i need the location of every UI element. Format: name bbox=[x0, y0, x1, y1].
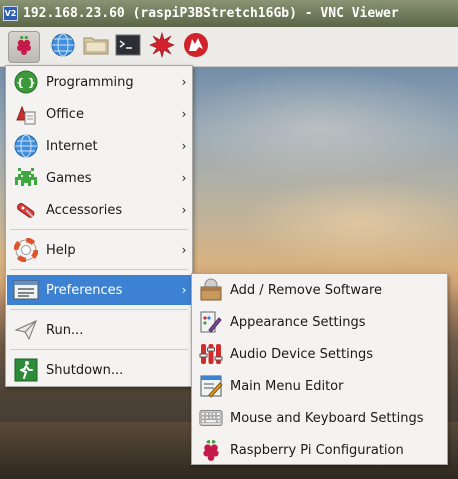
submenu-item-label: Appearance Settings bbox=[230, 314, 366, 330]
taskbar-panel bbox=[0, 27, 458, 67]
menu-item-label: Help bbox=[46, 242, 76, 258]
menu-item-label: Office bbox=[46, 106, 84, 122]
file-manager-launcher[interactable] bbox=[80, 31, 112, 63]
desktop-sunset-glow bbox=[240, 177, 458, 267]
submenu-item-label: Mouse and Keyboard Settings bbox=[230, 410, 424, 426]
submenu-arrow-icon: › bbox=[181, 171, 187, 185]
submenu-item-label: Raspberry Pi Configuration bbox=[230, 442, 404, 458]
menu-item-internet[interactable]: Internet › bbox=[7, 131, 191, 161]
menu-item-office[interactable]: Office › bbox=[7, 99, 191, 129]
menu-separator bbox=[10, 309, 188, 310]
mathematica-launcher[interactable] bbox=[146, 31, 178, 63]
submenu-item-mouse-keyboard-settings[interactable]: Mouse and Keyboard Settings bbox=[193, 403, 446, 433]
svg-text:{ }: { } bbox=[16, 76, 36, 89]
menu-item-accessories[interactable]: Accessories › bbox=[7, 195, 191, 225]
menu-separator bbox=[10, 269, 188, 270]
office-icon bbox=[13, 101, 39, 127]
preferences-submenu: Add / Remove Software Appearance Setting… bbox=[191, 273, 448, 465]
submenu-item-add-remove-software[interactable]: Add / Remove Software bbox=[193, 275, 446, 305]
submenu-item-label: Main Menu Editor bbox=[230, 378, 344, 394]
raspberry-icon bbox=[199, 438, 223, 462]
menu-separator bbox=[10, 349, 188, 350]
menu-item-label: Programming bbox=[46, 74, 134, 90]
submenu-arrow-icon: › bbox=[181, 243, 187, 257]
menu-item-help[interactable]: Help › bbox=[7, 235, 191, 265]
submenu-item-label: Audio Device Settings bbox=[230, 346, 373, 362]
folder-icon bbox=[82, 33, 110, 61]
menu-item-label: Preferences bbox=[46, 282, 123, 298]
terminal-launcher[interactable] bbox=[112, 31, 144, 63]
paper-plane-icon bbox=[13, 317, 39, 343]
menu-item-programming[interactable]: { } Programming › bbox=[7, 67, 191, 97]
submenu-item-raspberry-pi-configuration[interactable]: Raspberry Pi Configuration bbox=[193, 435, 446, 465]
menu-item-games[interactable]: Games › bbox=[7, 163, 191, 193]
submenu-item-main-menu-editor[interactable]: Main Menu Editor bbox=[193, 371, 446, 401]
accessories-icon bbox=[13, 197, 39, 223]
submenu-arrow-icon: › bbox=[181, 107, 187, 121]
audio-mixer-icon bbox=[199, 342, 223, 366]
menu-item-label: Internet bbox=[46, 138, 98, 154]
menu-separator bbox=[10, 229, 188, 230]
globe-icon bbox=[50, 32, 76, 62]
programming-icon: { } bbox=[13, 69, 39, 95]
menu-item-label: Games bbox=[46, 170, 92, 186]
vnc-title-bar[interactable]: V2 192.168.23.60 (raspiP3BStretch16Gb) -… bbox=[0, 0, 458, 27]
menu-item-label: Run... bbox=[46, 322, 84, 338]
menu-editor-icon bbox=[199, 374, 223, 398]
submenu-arrow-icon: › bbox=[181, 283, 187, 297]
desktop-cloud bbox=[170, 67, 458, 187]
submenu-item-appearance-settings[interactable]: Appearance Settings bbox=[193, 307, 446, 337]
games-icon bbox=[13, 165, 39, 191]
submenu-arrow-icon: › bbox=[181, 203, 187, 217]
window-title: 192.168.23.60 (raspiP3BStretch16Gb) - VN… bbox=[23, 6, 399, 21]
menu-button[interactable] bbox=[8, 31, 40, 63]
raspberry-icon bbox=[14, 34, 34, 60]
exit-icon bbox=[13, 357, 39, 383]
package-icon bbox=[199, 278, 223, 302]
submenu-item-label: Add / Remove Software bbox=[230, 282, 383, 298]
menu-item-label: Shutdown... bbox=[46, 362, 124, 378]
preferences-icon bbox=[13, 277, 39, 303]
menu-item-shutdown[interactable]: Shutdown... bbox=[7, 355, 191, 385]
keyboard-icon bbox=[199, 406, 223, 430]
terminal-icon bbox=[115, 33, 141, 61]
main-menu: { } Programming › Office › Internet › Ga… bbox=[5, 65, 193, 387]
web-browser-launcher[interactable] bbox=[47, 31, 79, 63]
globe-icon bbox=[13, 133, 39, 159]
spiky-star-icon bbox=[149, 31, 175, 62]
wolf-icon bbox=[183, 32, 209, 62]
menu-item-label: Accessories bbox=[46, 202, 123, 218]
wolfram-launcher[interactable] bbox=[180, 31, 212, 63]
submenu-arrow-icon: › bbox=[181, 75, 187, 89]
lifebuoy-icon bbox=[13, 237, 39, 263]
menu-item-run[interactable]: Run... bbox=[7, 315, 191, 345]
menu-item-preferences[interactable]: Preferences › bbox=[7, 275, 191, 305]
submenu-arrow-icon: › bbox=[181, 139, 187, 153]
submenu-item-audio-device-settings[interactable]: Audio Device Settings bbox=[193, 339, 446, 369]
vnc-viewer-icon: V2 bbox=[3, 6, 18, 21]
appearance-icon bbox=[199, 310, 223, 334]
